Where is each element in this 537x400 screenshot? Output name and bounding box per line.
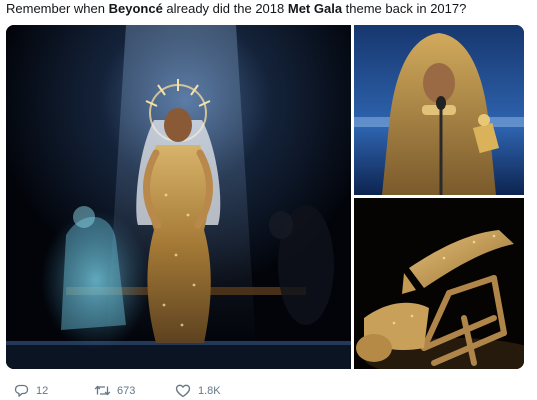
retweet-count: 673 [117,384,136,397]
photo-chair-image [354,198,524,369]
photo-award-image [354,25,524,195]
tweet-text-part: theme back in 2017? [342,1,467,16]
photo-main[interactable] [6,25,351,369]
heart-icon [174,382,192,400]
media-grid [6,25,524,369]
mention-beyonce: Beyoncé [108,1,163,16]
reply-icon [12,382,30,400]
tweet-actions: 12 673 1.8K [0,381,537,400]
reply-count: 12 [36,384,49,397]
like-button[interactable]: 1.8K [174,381,221,400]
tweet-text-part: already did the 2018 [162,1,288,16]
retweet-icon [93,382,111,400]
photo-main-image [6,25,351,369]
photo-chair[interactable] [354,198,524,369]
like-count: 1.8K [198,384,221,397]
retweet-button[interactable]: 673 [93,381,135,400]
tweet-text: Remember when Beyoncé already did the 20… [6,0,534,17]
reply-button[interactable]: 12 [12,381,48,400]
mention-met-gala: Met Gala [287,1,343,16]
photo-award[interactable] [354,25,524,195]
tweet-text-part: Remember when [6,1,109,16]
